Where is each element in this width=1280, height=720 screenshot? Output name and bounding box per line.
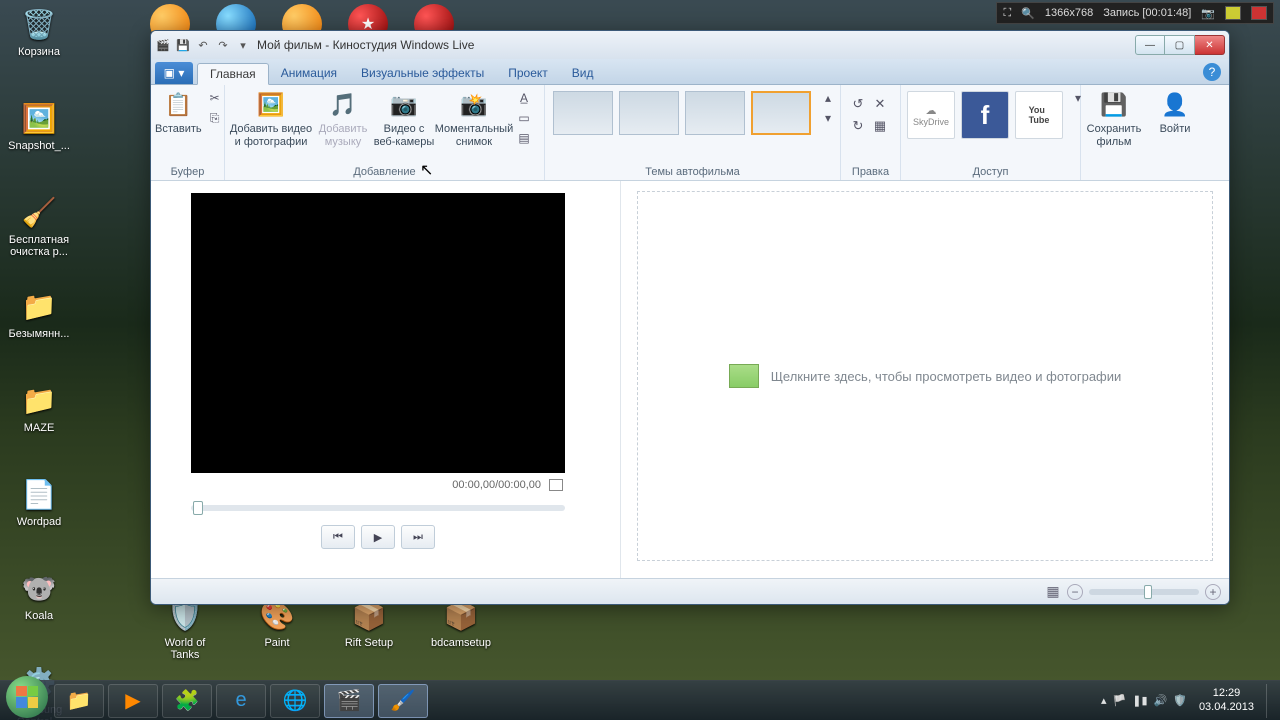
video-preview: [191, 193, 565, 473]
webcam-button[interactable]: 📷Видео с веб-камеры: [373, 87, 435, 148]
show-desktop-button[interactable]: [1266, 684, 1274, 718]
zoom-slider[interactable]: [1089, 589, 1199, 595]
desktop-icon[interactable]: 📦bdcamsetup: [426, 595, 496, 685]
theme-thumbnail[interactable]: [751, 91, 811, 135]
tray-volume-icon[interactable]: 🔊: [1154, 694, 1168, 707]
select-all-icon[interactable]: ▦: [871, 117, 889, 135]
close-button[interactable]: ✕: [1195, 35, 1225, 55]
desktop-icon[interactable]: 🛡️World of Tanks: [150, 595, 220, 685]
zoom-out-button[interactable]: −: [1067, 584, 1083, 600]
desktop-icon[interactable]: 🗑️Корзина: [4, 4, 74, 94]
ribbon-group-label: Правка: [845, 165, 896, 180]
ribbon: 📋Вставить ✂ ⎘ Буфер 🖼️Добавить видео и ф…: [151, 85, 1229, 181]
help-button[interactable]: ?: [1203, 63, 1221, 81]
desktop-icon[interactable]: 🎨Paint: [242, 595, 312, 685]
fullscreen-button[interactable]: [549, 479, 563, 491]
taskbar-app2[interactable]: 🖌️: [378, 684, 428, 718]
pause-button[interactable]: [1225, 6, 1241, 20]
youtube-button[interactable]: YouTube: [1015, 91, 1063, 139]
tray-clock[interactable]: 12:2903.04.2013: [1193, 687, 1260, 713]
timecode: 00:00,00/00:00,00: [191, 473, 565, 497]
taskbar-moviemaker[interactable]: 🎬: [324, 684, 374, 718]
add-music-button: 🎵Добавить музыку: [315, 87, 371, 148]
desktop-icon[interactable]: 📦Rift Setup: [334, 595, 404, 685]
facebook-button[interactable]: f: [961, 91, 1009, 139]
ribbon-group-label: Доступ: [905, 165, 1076, 180]
title-bar[interactable]: 🎬 💾 ↶ ↷ ▾ Мой фильм - Киностудия Windows…: [151, 31, 1229, 59]
screen-recorder-bar: ⛶ 🔍 1366x768 Запись [00:01:48] 📷: [996, 2, 1274, 24]
maximize-icon[interactable]: ⛶: [1003, 7, 1011, 20]
search-icon[interactable]: 🔍: [1021, 7, 1035, 20]
signin-button[interactable]: 👤Войти: [1151, 87, 1199, 136]
file-tab[interactable]: ▣ ▾: [155, 62, 193, 84]
caption-icon[interactable]: ▭: [515, 109, 533, 127]
storyboard-dropzone[interactable]: Щелкните здесь, чтобы просмотреть видео …: [637, 191, 1213, 561]
seek-slider[interactable]: [191, 505, 565, 511]
taskbar-chrome[interactable]: 🌐: [270, 684, 320, 718]
desktop-icon[interactable]: 📁Безымянн...: [4, 286, 74, 376]
tray-security-icon[interactable]: 🛡️: [1173, 694, 1187, 707]
desktop-icon[interactable]: 🐨Koala: [4, 568, 74, 658]
tray-network-icon[interactable]: ❚▮: [1132, 694, 1147, 707]
desktop-icon[interactable]: 🧹Бесплатная очистка р...: [4, 192, 74, 282]
prev-frame-button[interactable]: ⏮: [321, 525, 355, 549]
redo-icon[interactable]: ↷: [215, 37, 231, 53]
theme-thumbnail[interactable]: [619, 91, 679, 135]
thumbnails-view-icon[interactable]: ▦: [1045, 584, 1061, 600]
ribbon-group-label: Буфер: [155, 165, 220, 180]
tray-flag-icon[interactable]: 🏳️: [1113, 694, 1127, 707]
resolution-label: 1366x768: [1045, 7, 1093, 19]
gallery-expand-icon[interactable]: ▾: [819, 109, 837, 127]
zoom-in-button[interactable]: +: [1205, 584, 1221, 600]
theme-thumbnail[interactable]: [685, 91, 745, 135]
minimize-button[interactable]: —: [1135, 35, 1165, 55]
next-frame-button[interactable]: ⏭: [401, 525, 435, 549]
qat-dropdown-icon[interactable]: ▾: [235, 37, 251, 53]
credits-icon[interactable]: ▤: [515, 129, 533, 147]
tab-view[interactable]: Вид: [560, 62, 606, 84]
seek-knob[interactable]: [193, 501, 203, 515]
rotate-left-icon[interactable]: ↺: [849, 95, 867, 113]
ribbon-tabs: ▣ ▾ Главная Анимация Визуальные эффекты …: [151, 59, 1229, 85]
taskbar-explorer[interactable]: 📁: [54, 684, 104, 718]
tab-project[interactable]: Проект: [496, 62, 560, 84]
desktop-icon[interactable]: 📄Wordpad: [4, 474, 74, 564]
desktop-icon[interactable]: 📁MAZE: [4, 380, 74, 470]
ribbon-group-label: Добавление: [229, 165, 540, 180]
undo-icon[interactable]: ↶: [195, 37, 211, 53]
tab-animation[interactable]: Анимация: [269, 62, 349, 84]
tab-home[interactable]: Главная: [197, 63, 269, 85]
skydrive-button[interactable]: ☁SkyDrive: [907, 91, 955, 139]
tray-up-icon[interactable]: ▴: [1101, 694, 1107, 707]
tab-visual-effects[interactable]: Визуальные эффекты: [349, 62, 496, 84]
dropzone-hint: Щелкните здесь, чтобы просмотреть видео …: [771, 369, 1122, 384]
snapshot-button[interactable]: 📸Моментальный снимок: [437, 87, 511, 148]
movie-maker-window: 🎬 💾 ↶ ↷ ▾ Мой фильм - Киностудия Windows…: [150, 30, 1230, 605]
window-title: Мой фильм - Киностудия Windows Live: [257, 38, 1135, 52]
ribbon-group-label: Темы автофильма: [549, 165, 836, 180]
add-videos-button[interactable]: 🖼️Добавить видео и фотографии: [229, 87, 313, 148]
start-button[interactable]: [6, 676, 48, 718]
taskbar-ie[interactable]: e: [216, 684, 266, 718]
play-button[interactable]: ▶: [361, 525, 395, 549]
paste-button[interactable]: 📋Вставить: [155, 87, 202, 136]
theme-thumbnail[interactable]: [553, 91, 613, 135]
desktop-icon[interactable]: 🖼️Snapshot_...: [4, 98, 74, 188]
app-icon[interactable]: 🎬: [155, 37, 171, 53]
taskbar: 📁 ▶ 🧩 e 🌐 🎬 🖌️ ▴ 🏳️ ❚▮ 🔊 🛡️ 12:2903.04.2…: [0, 680, 1280, 720]
delete-icon[interactable]: ✕: [871, 95, 889, 113]
film-icon: [729, 364, 759, 388]
taskbar-wmp[interactable]: ▶: [108, 684, 158, 718]
camera-icon[interactable]: 📷: [1201, 7, 1215, 20]
stop-button[interactable]: [1251, 6, 1267, 20]
title-icon[interactable]: A̲: [515, 89, 533, 107]
scroll-up-icon[interactable]: ▴: [819, 89, 837, 107]
rotate-right-icon[interactable]: ↻: [849, 117, 867, 135]
copy-icon[interactable]: ⎘: [206, 109, 224, 127]
save-movie-button[interactable]: 💾Сохранить фильм: [1085, 87, 1143, 148]
cut-icon[interactable]: ✂: [206, 89, 224, 107]
taskbar-app[interactable]: 🧩: [162, 684, 212, 718]
maximize-button[interactable]: ▢: [1165, 35, 1195, 55]
save-icon[interactable]: 💾: [175, 37, 191, 53]
